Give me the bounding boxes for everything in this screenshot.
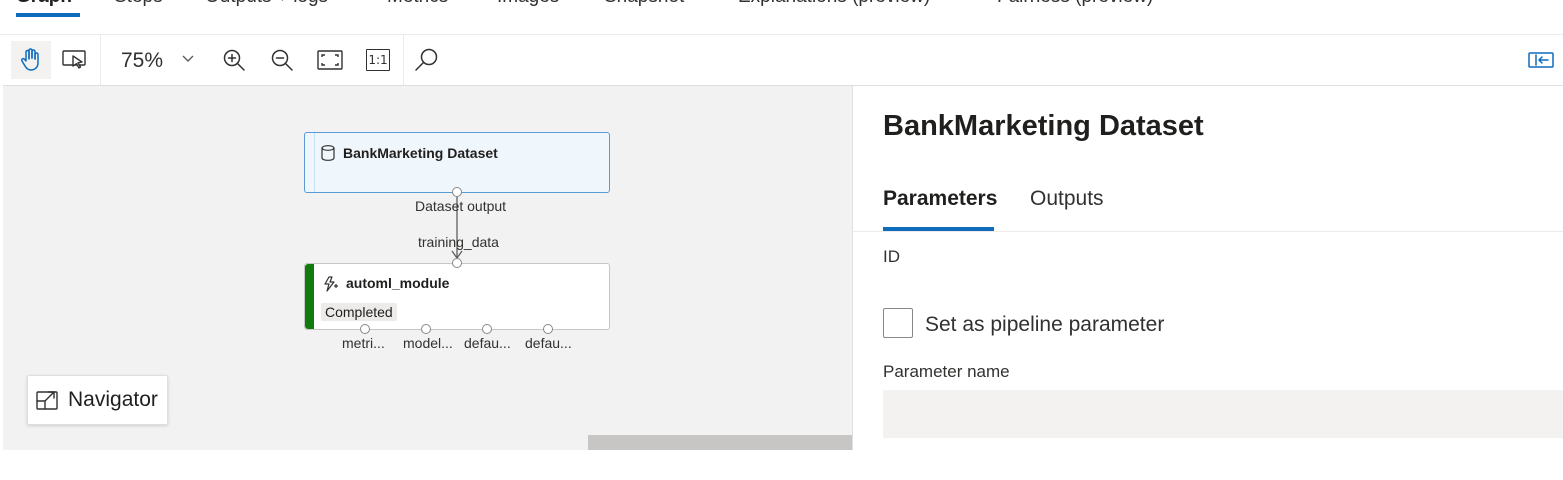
dataset-node-title: BankMarketing Dataset [343,145,498,161]
output-port-default-1[interactable] [482,324,492,334]
status-badge: Completed [321,303,397,321]
training-data-label: training_data [418,234,499,250]
zoom-value: 75% [121,49,164,72]
tab-images[interactable]: Images [497,0,559,8]
details-panel: BankMarketing Dataset Parameters Outputs… [852,86,1563,450]
tab-steps[interactable]: Steps [114,0,163,8]
tab-explanations[interactable]: Explanations (preview) [738,0,930,8]
panel-title: BankMarketing Dataset [883,110,1204,142]
graph-toolbar: 75% 1:1 [3,35,1563,86]
chevron-down-icon [182,55,194,62]
id-label: ID [883,247,900,266]
toolbar-separator [100,35,101,85]
parameter-name-input[interactable] [883,390,1563,438]
output-port-default-2[interactable] [543,324,553,334]
automl-icon [324,276,338,292]
dataset-node[interactable]: BankMarketing Dataset [304,132,610,193]
completed-status-bar [305,264,314,329]
training-data-input-port[interactable] [452,258,462,268]
navigator-icon [36,391,58,410]
run-tabs: Graph Steps Outputs + logs Metrics Image… [0,0,1563,20]
horizontal-scrollbar[interactable] [588,435,852,450]
panel-divider [853,231,1563,232]
tab-snapshot[interactable]: Snapshot [604,0,684,8]
output-port-model[interactable] [421,324,431,334]
pipeline-parameter-checkbox[interactable] [883,308,913,338]
pipeline-parameter-label[interactable]: Set as pipeline parameter [925,313,1164,337]
node-divider [314,133,315,192]
parameter-name-label: Parameter name [883,362,1010,381]
navigator-button[interactable]: Navigator [27,375,168,425]
zoom-out-icon [271,49,293,71]
dataset-output-label: Dataset output [415,198,507,214]
database-icon [321,145,335,161]
search-icon [415,48,438,71]
tab-metrics[interactable]: Metrics [387,0,448,8]
active-tab-indicator [16,13,80,17]
tab-outputs[interactable]: Outputs [1030,187,1104,211]
zoom-in-button[interactable] [214,41,254,79]
actual-size-icon: 1:1 [366,49,390,71]
search-button[interactable] [407,41,447,79]
tab-fairness[interactable]: Fairness (preview) [997,0,1153,8]
output-port-label: metri... [342,335,385,351]
navigator-label: Navigator [68,388,158,411]
output-port-label: model... [403,335,453,351]
graph-canvas[interactable]: BankMarketing Dataset Dataset output tra… [3,86,852,450]
tab-graph[interactable]: Graph [16,0,72,8]
output-port-label: defau... [464,335,511,351]
tab-parameters[interactable]: Parameters [883,187,997,211]
actual-size-label: 1:1 [368,53,388,67]
panel-toggle-button[interactable] [1526,47,1556,73]
zoom-dropdown[interactable]: 75% [115,37,207,85]
dataset-output-port[interactable] [452,187,462,197]
output-port-label: defau... [525,335,572,351]
automl-node-title: automl_module [346,275,450,291]
tab-outputs-logs[interactable]: Outputs + logs [205,0,328,8]
output-port-metrics[interactable] [360,324,370,334]
actual-size-button[interactable]: 1:1 [358,41,398,79]
select-tool-button[interactable] [55,41,95,79]
fit-screen-icon [317,50,343,70]
toolbar-separator [403,35,404,85]
zoom-in-icon [223,49,245,71]
select-pointer-icon [62,50,86,69]
zoom-out-button[interactable] [262,41,302,79]
hand-pan-icon [21,48,39,71]
automl-module-node[interactable]: automl_module Completed [304,263,610,330]
pan-tool-button[interactable] [11,41,51,79]
panel-toggle-icon [1528,52,1554,68]
fit-screen-button[interactable] [310,41,350,79]
